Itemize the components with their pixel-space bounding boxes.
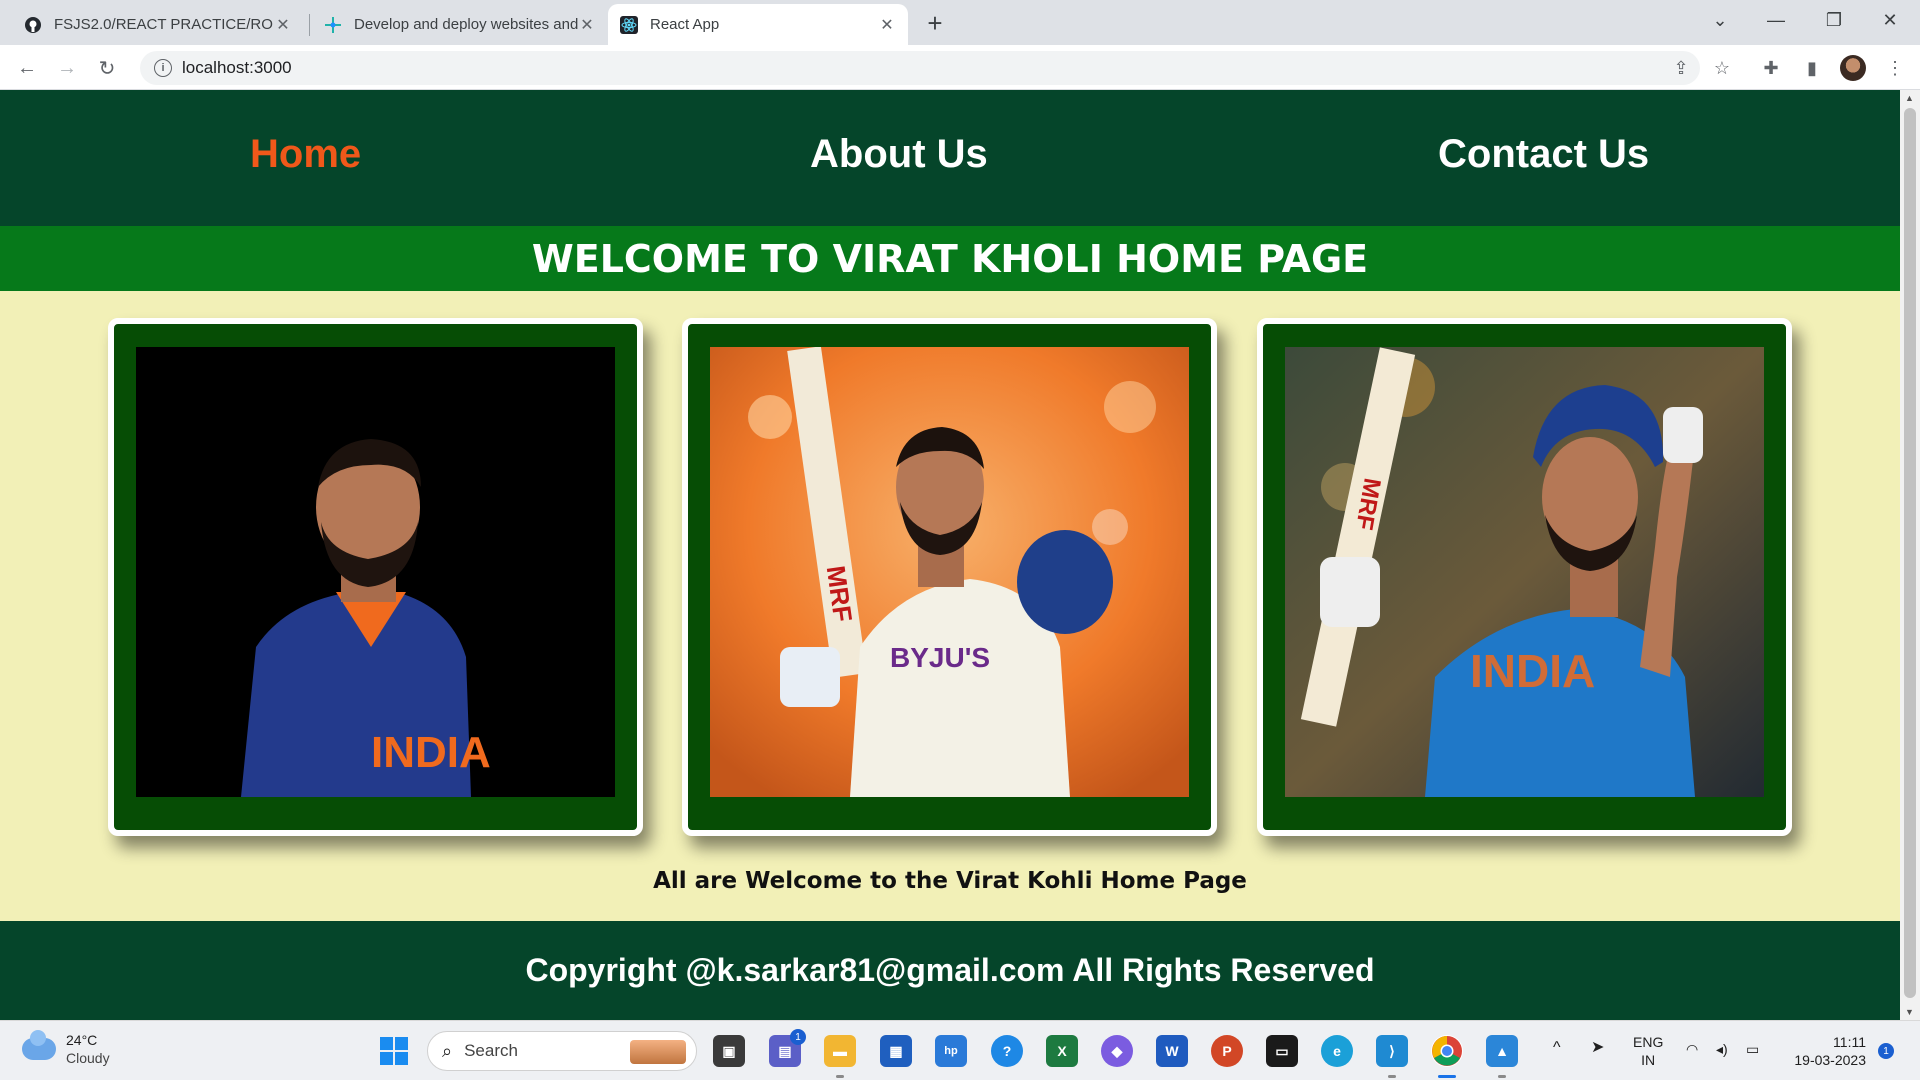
info-icon[interactable]: i xyxy=(154,59,172,77)
shirt-text: BYJU'S xyxy=(890,642,990,673)
browser-tab-bar: FSJS2.0/REACT PRACTICE/ROUTE ✕ Develop a… xyxy=(0,0,1920,45)
tab-divider xyxy=(309,14,310,36)
chevron-up-icon[interactable]: ^ xyxy=(1553,1039,1561,1057)
search-placeholder: Search xyxy=(464,1041,518,1060)
running-indicator xyxy=(1498,1075,1506,1078)
page-viewport: Home About Us Contact Us WELCOME TO VIRA… xyxy=(0,90,1900,1020)
search-highlight-image xyxy=(630,1040,686,1064)
url-text: localhost:3000 xyxy=(182,58,292,77)
teams-badge: 1 xyxy=(790,1029,806,1045)
language-indicator[interactable]: ENG IN xyxy=(1633,1033,1663,1069)
help-icon[interactable]: ? xyxy=(991,1035,1023,1067)
scroll-up-icon[interactable]: ▲ xyxy=(1905,93,1914,103)
nav-link-contact[interactable]: Contact Us xyxy=(1438,132,1649,177)
extensions-icon[interactable]: ✚ xyxy=(1758,55,1784,81)
star-icon[interactable]: ☆ xyxy=(1709,55,1735,81)
weather-condition: Cloudy xyxy=(66,1050,110,1066)
shirt-text: INDIA xyxy=(371,728,491,777)
windows-start-icon[interactable] xyxy=(378,1035,410,1067)
terminal-icon[interactable]: ▭ xyxy=(1266,1035,1298,1067)
reload-icon[interactable]: ↻ xyxy=(92,53,122,83)
welcome-banner: WELCOME TO VIRAT KHOLI HOME PAGE xyxy=(0,226,1900,291)
copilot-icon[interactable]: ◆ xyxy=(1101,1035,1133,1067)
site-footer: Copyright @k.sarkar81@gmail.com All Righ… xyxy=(0,921,1900,1020)
back-arrow-icon[interactable]: ← xyxy=(12,53,42,83)
nav-link-home[interactable]: Home xyxy=(250,132,361,177)
browser-toolbar: ← → ↻ i localhost:3000 ⇪ ☆ ✚ ▮ ⋮ xyxy=(0,45,1920,90)
notification-badge[interactable]: 1 xyxy=(1878,1043,1894,1059)
close-icon[interactable]: ✕ xyxy=(274,15,292,35)
scrollbar-thumb[interactable] xyxy=(1904,108,1916,998)
running-indicator xyxy=(1438,1075,1456,1078)
side-panel-icon[interactable]: ▮ xyxy=(1799,55,1825,81)
task-view-icon[interactable]: ▣ xyxy=(713,1035,745,1067)
tab-title: Develop and deploy websites and xyxy=(354,16,578,33)
file-explorer-icon[interactable]: ▬ xyxy=(824,1035,856,1067)
close-window-icon[interactable]: ✕ xyxy=(1862,0,1918,40)
tagline: All are Welcome to the Virat Kohli Home … xyxy=(653,868,1247,894)
site-navigation: Home About Us Contact Us xyxy=(0,90,1900,226)
player-photo: MRF BYJU'S xyxy=(710,347,1189,797)
weather-widget[interactable]: 24°C Cloudy xyxy=(22,1030,110,1067)
taskbar-search[interactable]: ⌕ Search xyxy=(427,1031,697,1071)
battery-icon[interactable]: ▭ xyxy=(1746,1040,1759,1058)
edge-icon[interactable]: e xyxy=(1321,1035,1353,1067)
github-icon xyxy=(24,16,42,34)
language-region: IN xyxy=(1641,1052,1656,1068)
location-icon[interactable]: ➤ xyxy=(1591,1039,1604,1057)
menu-dots-icon[interactable]: ⋮ xyxy=(1882,55,1908,81)
player-photo: MRF INDIA xyxy=(1285,347,1764,797)
vscode-icon[interactable]: ⟩ xyxy=(1376,1035,1408,1067)
tab-netlify[interactable]: Develop and deploy websites and ✕ xyxy=(312,4,608,45)
shirt-text: INDIA xyxy=(1470,645,1595,697)
card-celebration: MRF INDIA xyxy=(1257,318,1792,836)
scroll-down-icon[interactable]: ▼ xyxy=(1905,1007,1914,1017)
clock-date: 19-03-2023 xyxy=(1794,1052,1866,1068)
restore-icon[interactable]: ❐ xyxy=(1806,0,1862,40)
chevron-down-icon[interactable]: ⌄ xyxy=(1692,0,1748,40)
tab-react-app[interactable]: React App ✕ xyxy=(608,4,908,45)
minimize-icon[interactable]: — xyxy=(1748,0,1804,40)
nav-link-about[interactable]: About Us xyxy=(810,132,988,177)
welcome-heading: WELCOME TO VIRAT KHOLI HOME PAGE xyxy=(531,236,1369,281)
player-photo: INDIA xyxy=(136,347,615,797)
copyright-text: Copyright @k.sarkar81@gmail.com All Righ… xyxy=(525,952,1375,988)
card-bat-raised: MRF BYJU'S xyxy=(682,318,1217,836)
netlify-icon xyxy=(324,16,342,34)
store-icon[interactable]: ▦ xyxy=(880,1035,912,1067)
volume-icon[interactable]: ◂) xyxy=(1716,1040,1728,1058)
running-indicator xyxy=(836,1075,844,1078)
tab-github[interactable]: FSJS2.0/REACT PRACTICE/ROUTE ✕ xyxy=(12,4,304,45)
clock-time: 11:11 xyxy=(1833,1034,1866,1050)
address-bar[interactable]: i localhost:3000 xyxy=(140,51,1700,85)
photos-icon[interactable]: ▲ xyxy=(1486,1035,1518,1067)
tab-title: FSJS2.0/REACT PRACTICE/ROUTE xyxy=(54,16,274,33)
chrome-icon[interactable] xyxy=(1431,1035,1463,1067)
close-icon[interactable]: ✕ xyxy=(578,15,596,35)
card-portrait: INDIA xyxy=(108,318,643,836)
excel-icon[interactable]: X xyxy=(1046,1035,1078,1067)
react-icon xyxy=(620,15,638,34)
close-icon[interactable]: ✕ xyxy=(878,15,896,35)
weather-temp: 24°C xyxy=(66,1032,98,1048)
tab-title: React App xyxy=(650,16,720,33)
profile-avatar[interactable] xyxy=(1840,55,1866,81)
word-icon[interactable]: W xyxy=(1156,1035,1188,1067)
page-scrollbar[interactable]: ▲ ▼ xyxy=(1900,90,1920,1020)
forward-arrow-icon[interactable]: → xyxy=(52,53,82,83)
cloud-icon xyxy=(22,1030,56,1060)
powerpoint-icon[interactable]: P xyxy=(1211,1035,1243,1067)
clock[interactable]: 11:11 19-03-2023 xyxy=(1786,1033,1866,1069)
wifi-icon[interactable]: ◠ xyxy=(1686,1040,1698,1058)
myhp-icon[interactable]: hp xyxy=(935,1035,967,1067)
windows-taskbar: 24°C Cloudy ⌕ Search ▣ ▤ 1 ▬ ▦ hp ? X ◆ … xyxy=(0,1020,1920,1080)
running-indicator xyxy=(1388,1075,1396,1078)
search-icon: ⌕ xyxy=(442,1040,453,1061)
share-icon[interactable]: ⇪ xyxy=(1668,55,1694,81)
language-primary: ENG xyxy=(1633,1034,1664,1050)
new-tab-button[interactable]: + xyxy=(920,8,950,38)
